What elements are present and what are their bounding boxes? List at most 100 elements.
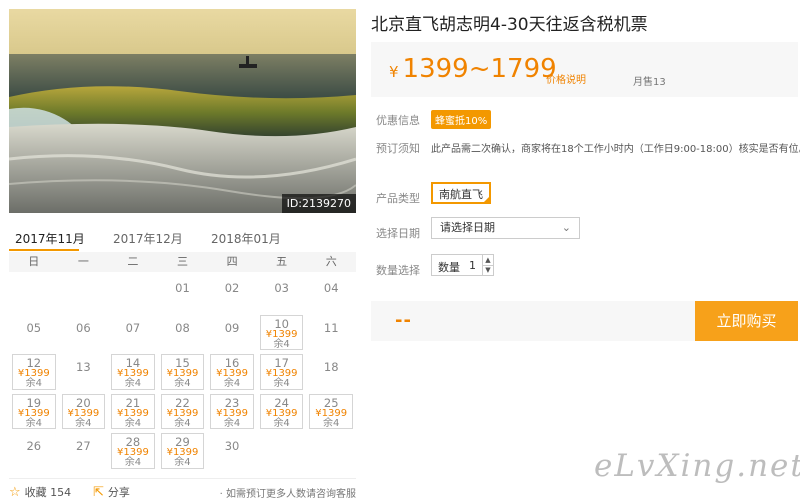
calendar-empty-cell [108,272,158,312]
date-label: 选择日期 [376,227,420,240]
calendar-day[interactable]: 14 ¥1399 余4 [108,351,158,391]
day-number: 02 [224,281,240,295]
day-number: 30 [224,439,240,453]
calendar-day-box: 26 [12,432,56,468]
day-remaining: 余4 [124,457,142,468]
calendar-day[interactable]: 21 ¥1399 余4 [108,391,158,431]
day-number: 05 [26,320,42,335]
calendar-day-box: 08 [161,314,205,350]
quantity-label: 数量选择 [376,264,420,277]
calendar-day: 13 [59,351,109,391]
calendar-day-box: 06 [62,314,106,350]
sea-wave-image [9,9,356,213]
calendar-day[interactable]: 25 ¥1399 余4 [306,391,356,431]
calendar-day-box[interactable]: 14 ¥1399 余4 [111,354,155,390]
weekday-sat: 六 [325,255,337,268]
help-text: · 如需预订更多人数请咨询客服 [220,485,356,500]
decrement-icon[interactable]: ▼ [482,265,493,275]
favorite-button[interactable]: ☆ 收藏 154 [9,484,71,500]
day-price: ¥1399 [216,407,248,419]
notice-label: 预订须知 [376,142,420,155]
calendar-day: 06 [59,312,109,352]
quantity-value[interactable]: 1 [469,259,476,272]
calendar-day: 05 [9,312,59,352]
weekday-mon: 一 [77,255,89,268]
day-price: ¥1399 [265,328,298,340]
calendar-day[interactable]: 28 ¥1399 余4 [108,430,158,470]
calendar-day-box[interactable]: 29 ¥1399 余4 [160,433,205,469]
quantity-stepper[interactable]: 数量 1 ▲ ▼ [431,254,494,276]
calendar-day[interactable]: 15 ¥1399 余4 [158,351,208,391]
day-number: 11 [323,320,339,335]
calendar-day: 08 [158,312,208,352]
price-range-value: 1399~1799 [402,54,557,84]
price-range: ¥1399~1799 [389,53,557,88]
calendar-day-box: 02 [210,274,254,310]
day-number: 23 [224,395,240,410]
buy-now-button[interactable]: 立即购买 [695,301,798,341]
calendar-day[interactable]: 19 ¥1399 余4 [9,391,59,431]
calendar-day-box[interactable]: 23 ¥1399 余4 [210,393,254,429]
calendar-day-box: 04 [309,274,353,310]
calendar-day-box[interactable]: 10 ¥1399 余4 [259,314,304,350]
day-number: 20 [76,395,91,410]
calendar-day[interactable]: 10 ¥1399 余4 [257,312,307,352]
tab-2017-12[interactable]: 2017年12月 [113,230,183,247]
calendar-day-box[interactable]: 16 ¥1399 余4 [210,354,254,390]
favorite-label: 收藏 [24,486,47,499]
calendar-day: 01 [158,272,208,312]
calendar-day-box[interactable]: 19 ¥1399 余4 [12,393,56,429]
day-number: 18 [323,360,339,374]
day-remaining: 余4 [223,417,241,429]
day-remaining: 余4 [174,378,191,389]
calendar-day[interactable]: 20 ¥1399 余4 [59,391,109,431]
calendar-day[interactable]: 17 ¥1399 余4 [257,351,307,391]
calendar-day[interactable]: 16 ¥1399 余4 [207,351,257,391]
calendar-day-box[interactable]: 24 ¥1399 余4 [259,393,304,429]
tab-2018-01[interactable]: 2018年01月 [211,230,281,247]
calendar-day-box[interactable]: 12 ¥1399 余4 [12,354,56,390]
day-remaining: 余4 [273,378,290,389]
calendar-day-box[interactable]: 20 ¥1399 余4 [61,393,106,429]
calendar-day-box[interactable]: 25 ¥1399 余4 [309,393,353,429]
calendar-day[interactable]: 23 ¥1399 余4 [207,391,257,431]
price-note-link[interactable]: 价格说明 [546,71,586,86]
active-tab-indicator [9,249,79,251]
date-select[interactable]: 请选择日期 ⌄ [431,217,580,239]
chevron-down-icon: ⌄ [561,221,571,234]
calendar-day-box[interactable]: 21 ¥1399 余4 [111,393,155,429]
calendar-day[interactable]: 24 ¥1399 余4 [257,391,307,431]
tab-2017-11[interactable]: 2017年11月 [15,230,85,247]
calendar-day-box[interactable]: 28 ¥1399 余4 [111,433,155,469]
weekday-header: 日 一 二 三 四 五 六 [9,252,356,272]
calendar-day[interactable]: 29 ¥1399 余4 [158,430,208,470]
quantity-inner-label: 数量 [438,261,460,274]
day-remaining: 余4 [124,417,142,429]
calendar-day[interactable]: 12 ¥1399 余4 [9,351,59,391]
help-label: 如需预订更多人数请咨询客服 [226,489,356,500]
calendar-day-box[interactable]: 17 ¥1399 余4 [259,354,304,390]
day-number: 03 [274,281,289,295]
calendar-empty-cell [9,272,59,312]
calendar-day-box: 05 [12,314,56,350]
share-icon: ⇱ [93,485,104,500]
notice-text: 此产品需二次确认，商家将在18个工作小时内（工作日9:00-18:00）核实是否… [431,144,800,155]
day-price: ¥1399 [265,407,298,419]
calendar-day-box: 30 [210,432,254,468]
day-number: 09 [224,320,240,335]
calendar-day-box[interactable]: 22 ¥1399 余4 [160,393,205,429]
product-type-option[interactable]: 南航直飞 [431,182,491,204]
day-number: 26 [26,439,42,453]
calendar-empty-cell [59,272,109,312]
day-remaining: 余4 [25,378,42,389]
watermark-logo: eLvXing.net [594,448,800,484]
share-button[interactable]: ⇱ 分享 [93,484,130,500]
calendar-day-box[interactable]: 15 ¥1399 余4 [160,354,205,390]
calendar-day-box: 09 [210,314,254,350]
calendar-day: 27 [59,430,109,470]
calendar-day-box: 11 [309,314,353,350]
currency-symbol: ¥ [389,63,399,81]
calendar-day[interactable]: 22 ¥1399 余4 [158,391,208,431]
day-number: 19 [26,395,42,410]
weekday-sun: 日 [28,255,40,268]
